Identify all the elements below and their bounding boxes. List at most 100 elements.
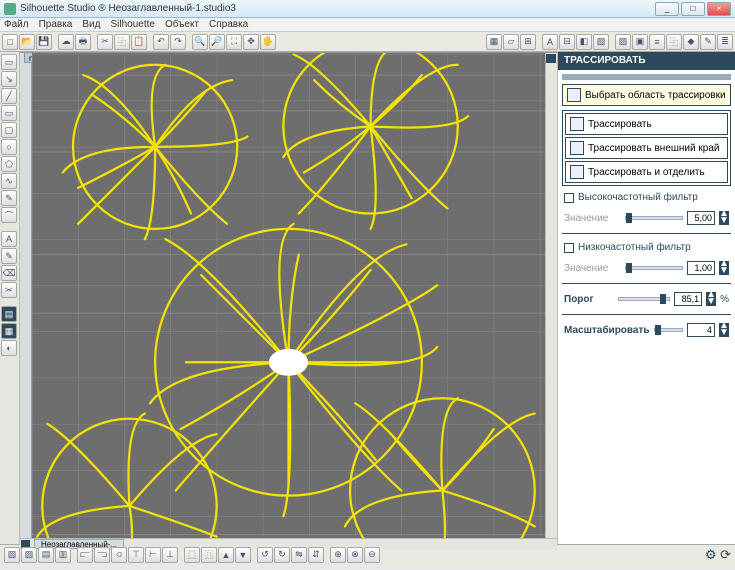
save-button[interactable]: 💾 (36, 34, 52, 50)
edit-points-tool[interactable]: ↘ (1, 71, 17, 87)
rotate-right-button[interactable]: ↻ (274, 547, 290, 563)
send-to-button[interactable]: ✎ (700, 34, 716, 50)
arc-tool[interactable]: ⌒ (1, 207, 17, 223)
group-button[interactable]: ⿴ (184, 547, 200, 563)
high-pass-checkbox[interactable] (564, 193, 574, 203)
modify-button[interactable]: ◆ (683, 34, 699, 50)
thumbnails-tool[interactable]: ▦ (1, 323, 17, 339)
align-right-button[interactable]: ⫏ (111, 547, 127, 563)
page-setup-button[interactable]: ▦ (486, 34, 502, 50)
maximize-button[interactable]: □ (681, 2, 705, 16)
weld-button[interactable]: ⊕ (330, 547, 346, 563)
copy-button[interactable]: ⿻ (114, 34, 130, 50)
ungroup-button[interactable]: ⿵ (201, 547, 217, 563)
menu-help[interactable]: Справка (209, 19, 248, 30)
flip-h-button[interactable]: ⇋ (291, 547, 307, 563)
eraser-tool[interactable]: ⌫ (1, 265, 17, 281)
print-button[interactable]: 🖶 (75, 34, 91, 50)
send-button[interactable]: ☁ (58, 34, 74, 50)
undo-button[interactable]: ↶ (153, 34, 169, 50)
design-canvas[interactable] (32, 53, 545, 538)
redo-button[interactable]: ↷ (170, 34, 186, 50)
back-button[interactable]: ▼ (235, 547, 251, 563)
trace-button[interactable]: Трассировать (565, 113, 728, 135)
text-tool[interactable]: A (1, 231, 17, 247)
replicate-button[interactable]: ⿻ (666, 34, 682, 50)
cut-button[interactable]: ✂ (97, 34, 113, 50)
low-pass-checkbox[interactable] (564, 243, 574, 253)
swatch-2-button[interactable]: ▨ (21, 547, 37, 563)
minimize-button[interactable]: _ (655, 2, 679, 16)
menu-file[interactable]: Файл (4, 19, 29, 30)
pan-button[interactable]: 🖐 (260, 34, 276, 50)
menu-view[interactable]: Вид (82, 19, 100, 30)
reg-marks-button[interactable]: ⊞ (520, 34, 536, 50)
cut-style-button[interactable]: ▧ (593, 34, 609, 50)
grid-button[interactable]: ▱ (503, 34, 519, 50)
text-style-button[interactable]: A (542, 34, 558, 50)
paste-button[interactable]: 📋 (131, 34, 147, 50)
swatch-1-button[interactable]: ▧ (4, 547, 20, 563)
scroll-corner-top[interactable] (547, 54, 556, 63)
align-top-button[interactable]: ⊤ (128, 547, 144, 563)
close-button[interactable]: × (707, 2, 731, 16)
settings-gear-icon[interactable]: ⚙ ⟳ (705, 547, 731, 563)
high-pass-input[interactable]: 5,00 (687, 211, 715, 225)
layers-tool[interactable]: ▤ (1, 306, 17, 322)
scrollbar-vertical[interactable] (545, 53, 557, 538)
crop-button[interactable]: ⊗ (347, 547, 363, 563)
menu-object[interactable]: Объект (165, 19, 199, 30)
align-middle-button[interactable]: ⊢ (145, 547, 161, 563)
offset-button[interactable]: ▣ (632, 34, 648, 50)
high-pass-slider[interactable] (625, 216, 684, 220)
menu-edit[interactable]: Правка (39, 19, 73, 30)
ellipse-tool[interactable]: ○ (1, 139, 17, 155)
align-bottom-button[interactable]: ⊥ (162, 547, 178, 563)
threshold-slider[interactable] (618, 297, 670, 301)
subtract-button[interactable]: ⊖ (364, 547, 380, 563)
scale-spinner[interactable]: ▲▼ (719, 323, 729, 337)
library-button[interactable]: ≣ (717, 34, 733, 50)
flip-v-button[interactable]: ⇵ (308, 547, 324, 563)
freehand-tool[interactable]: ✎ (1, 190, 17, 206)
rotate-left-button[interactable]: ↺ (257, 547, 273, 563)
menu-silhouette[interactable]: Silhouette (110, 19, 154, 30)
align-center-button[interactable]: ⫎ (94, 547, 110, 563)
select-trace-area-button[interactable]: Выбрать область трассировки (562, 84, 731, 106)
zoom-out-button[interactable]: 🔎 (209, 34, 225, 50)
scale-input[interactable]: 4 (687, 323, 715, 337)
swatch-4-button[interactable]: ▥ (55, 547, 71, 563)
open-button[interactable]: 📂 (19, 34, 35, 50)
new-button[interactable]: □ (2, 34, 18, 50)
align-button[interactable]: ≡ (649, 34, 665, 50)
select-tool[interactable]: ▭ (1, 54, 17, 70)
front-button[interactable]: ▲ (218, 547, 234, 563)
line-style-button[interactable]: ⊟ (559, 34, 575, 50)
ruler-vertical (20, 53, 32, 538)
note-tool[interactable]: ✎ (1, 248, 17, 264)
zoom-fit-button[interactable]: ⛶ (226, 34, 242, 50)
eyedropper-tool[interactable]: ◐ (1, 340, 17, 356)
line-tool[interactable]: ╱ (1, 88, 17, 104)
high-pass-spinner[interactable]: ▲▼ (719, 211, 729, 225)
polygon-tool[interactable]: ⬠ (1, 156, 17, 172)
low-pass-input[interactable]: 1,00 (687, 261, 715, 275)
trace-actions-group: Трассировать Трассировать внешний край Т… (562, 110, 731, 186)
align-left-button[interactable]: ⫍ (77, 547, 93, 563)
trace-button[interactable]: ▨ (615, 34, 631, 50)
fill-color-button[interactable]: ◧ (576, 34, 592, 50)
knife-tool[interactable]: ✂ (1, 282, 17, 298)
curve-tool[interactable]: ∿ (1, 173, 17, 189)
threshold-spinner[interactable]: ▲▼ (706, 292, 716, 306)
rectangle-tool[interactable]: ▭ (1, 105, 17, 121)
threshold-input[interactable]: 85,1 (674, 292, 702, 306)
scale-slider[interactable] (654, 328, 683, 332)
swatch-3-button[interactable]: ▤ (38, 547, 54, 563)
low-pass-spinner[interactable]: ▲▼ (719, 261, 729, 275)
zoom-drag-button[interactable]: ✥ (243, 34, 259, 50)
trace-and-detach-button[interactable]: Трассировать и отделить (565, 161, 728, 183)
low-pass-slider[interactable] (625, 266, 684, 270)
rounded-rect-tool[interactable]: ▢ (1, 122, 17, 138)
trace-outer-edge-button[interactable]: Трассировать внешний край (565, 137, 728, 159)
zoom-in-button[interactable]: 🔍 (192, 34, 208, 50)
